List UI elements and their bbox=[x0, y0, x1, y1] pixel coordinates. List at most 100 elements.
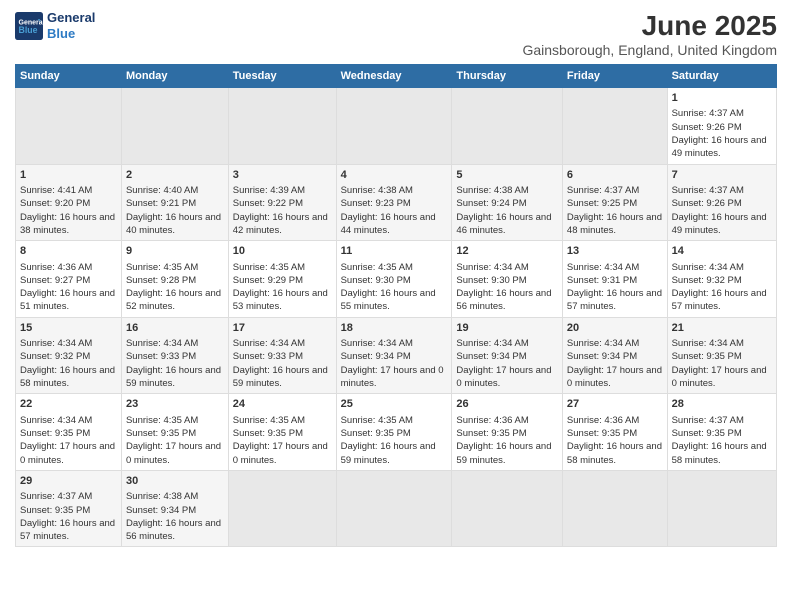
sunset-text: Sunset: 9:32 PM bbox=[20, 350, 117, 363]
calendar-cell bbox=[452, 470, 563, 547]
daylight-text: Daylight: 16 hours and 40 minutes. bbox=[126, 211, 224, 238]
calendar-cell bbox=[228, 88, 336, 165]
daylight-text: Daylight: 16 hours and 46 minutes. bbox=[456, 211, 558, 238]
daylight-text: Daylight: 17 hours and 0 minutes. bbox=[20, 440, 117, 467]
sunrise-text: Sunrise: 4:35 AM bbox=[341, 261, 448, 274]
sunset-text: Sunset: 9:35 PM bbox=[20, 427, 117, 440]
calendar-cell: 20Sunrise: 4:34 AMSunset: 9:34 PMDayligh… bbox=[562, 317, 667, 394]
sunrise-text: Sunrise: 4:40 AM bbox=[126, 184, 224, 197]
col-friday: Friday bbox=[562, 65, 667, 88]
sunset-text: Sunset: 9:33 PM bbox=[126, 350, 224, 363]
calendar-cell bbox=[562, 470, 667, 547]
calendar-cell: 1Sunrise: 4:37 AMSunset: 9:26 PMDaylight… bbox=[667, 88, 776, 165]
sunrise-text: Sunrise: 4:37 AM bbox=[20, 490, 117, 503]
daylight-text: Daylight: 16 hours and 55 minutes. bbox=[341, 287, 448, 314]
calendar-cell: 19Sunrise: 4:34 AMSunset: 9:34 PMDayligh… bbox=[452, 317, 563, 394]
day-number: 13 bbox=[567, 244, 663, 259]
daylight-text: Daylight: 16 hours and 58 minutes. bbox=[567, 440, 663, 467]
daylight-text: Daylight: 16 hours and 58 minutes. bbox=[20, 364, 117, 391]
calendar-cell: 17Sunrise: 4:34 AMSunset: 9:33 PMDayligh… bbox=[228, 317, 336, 394]
sunrise-text: Sunrise: 4:34 AM bbox=[567, 337, 663, 350]
calendar-cell: 27Sunrise: 4:36 AMSunset: 9:35 PMDayligh… bbox=[562, 394, 667, 471]
day-number: 14 bbox=[672, 244, 772, 259]
calendar-week-3: 15Sunrise: 4:34 AMSunset: 9:32 PMDayligh… bbox=[16, 317, 777, 394]
daylight-text: Daylight: 17 hours and 0 minutes. bbox=[567, 364, 663, 391]
daylight-text: Daylight: 16 hours and 57 minutes. bbox=[672, 287, 772, 314]
logo: General Blue General Blue bbox=[15, 10, 95, 41]
calendar-cell: 15Sunrise: 4:34 AMSunset: 9:32 PMDayligh… bbox=[16, 317, 122, 394]
sunrise-text: Sunrise: 4:35 AM bbox=[126, 414, 224, 427]
day-number: 26 bbox=[456, 397, 558, 412]
sunrise-text: Sunrise: 4:36 AM bbox=[20, 261, 117, 274]
calendar-cell: 13Sunrise: 4:34 AMSunset: 9:31 PMDayligh… bbox=[562, 241, 667, 318]
sunrise-text: Sunrise: 4:38 AM bbox=[456, 184, 558, 197]
calendar-cell: 7Sunrise: 4:37 AMSunset: 9:26 PMDaylight… bbox=[667, 164, 776, 241]
calendar-cell: 1Sunrise: 4:41 AMSunset: 9:20 PMDaylight… bbox=[16, 164, 122, 241]
day-number: 21 bbox=[672, 321, 772, 336]
sunset-text: Sunset: 9:20 PM bbox=[20, 197, 117, 210]
sunrise-text: Sunrise: 4:34 AM bbox=[341, 337, 448, 350]
day-number: 18 bbox=[341, 321, 448, 336]
calendar-week-1: 1Sunrise: 4:41 AMSunset: 9:20 PMDaylight… bbox=[16, 164, 777, 241]
sunrise-text: Sunrise: 4:36 AM bbox=[567, 414, 663, 427]
calendar-week-2: 8Sunrise: 4:36 AMSunset: 9:27 PMDaylight… bbox=[16, 241, 777, 318]
day-number: 12 bbox=[456, 244, 558, 259]
daylight-text: Daylight: 16 hours and 58 minutes. bbox=[672, 440, 772, 467]
sunrise-text: Sunrise: 4:36 AM bbox=[456, 414, 558, 427]
calendar-cell: 29Sunrise: 4:37 AMSunset: 9:35 PMDayligh… bbox=[16, 470, 122, 547]
daylight-text: Daylight: 16 hours and 44 minutes. bbox=[341, 211, 448, 238]
daylight-text: Daylight: 16 hours and 59 minutes. bbox=[233, 364, 332, 391]
calendar-cell: 10Sunrise: 4:35 AMSunset: 9:29 PMDayligh… bbox=[228, 241, 336, 318]
sunrise-text: Sunrise: 4:38 AM bbox=[126, 490, 224, 503]
day-number: 28 bbox=[672, 397, 772, 412]
sunrise-text: Sunrise: 4:34 AM bbox=[126, 337, 224, 350]
daylight-text: Daylight: 16 hours and 56 minutes. bbox=[126, 517, 224, 544]
calendar-week-5: 29Sunrise: 4:37 AMSunset: 9:35 PMDayligh… bbox=[16, 470, 777, 547]
daylight-text: Daylight: 17 hours and 0 minutes. bbox=[672, 364, 772, 391]
sunset-text: Sunset: 9:35 PM bbox=[672, 350, 772, 363]
sunrise-text: Sunrise: 4:34 AM bbox=[456, 261, 558, 274]
calendar-cell: 22Sunrise: 4:34 AMSunset: 9:35 PMDayligh… bbox=[16, 394, 122, 471]
col-thursday: Thursday bbox=[452, 65, 563, 88]
sunrise-text: Sunrise: 4:35 AM bbox=[341, 414, 448, 427]
logo-line2: Blue bbox=[47, 26, 75, 41]
sunset-text: Sunset: 9:35 PM bbox=[456, 427, 558, 440]
logo-text: General Blue bbox=[47, 10, 95, 41]
calendar-cell: 12Sunrise: 4:34 AMSunset: 9:30 PMDayligh… bbox=[452, 241, 563, 318]
calendar-cell: 24Sunrise: 4:35 AMSunset: 9:35 PMDayligh… bbox=[228, 394, 336, 471]
daylight-text: Daylight: 17 hours and 0 minutes. bbox=[233, 440, 332, 467]
sunset-text: Sunset: 9:30 PM bbox=[456, 274, 558, 287]
calendar-cell bbox=[667, 470, 776, 547]
day-number: 23 bbox=[126, 397, 224, 412]
sunrise-text: Sunrise: 4:37 AM bbox=[672, 414, 772, 427]
sunset-text: Sunset: 9:34 PM bbox=[456, 350, 558, 363]
sunset-text: Sunset: 9:30 PM bbox=[341, 274, 448, 287]
calendar-week-0: 1Sunrise: 4:37 AMSunset: 9:26 PMDaylight… bbox=[16, 88, 777, 165]
sunset-text: Sunset: 9:33 PM bbox=[233, 350, 332, 363]
sunrise-text: Sunrise: 4:38 AM bbox=[341, 184, 448, 197]
sunrise-text: Sunrise: 4:34 AM bbox=[233, 337, 332, 350]
sunset-text: Sunset: 9:24 PM bbox=[456, 197, 558, 210]
sunrise-text: Sunrise: 4:34 AM bbox=[672, 261, 772, 274]
sunrise-text: Sunrise: 4:37 AM bbox=[672, 107, 772, 120]
sunset-text: Sunset: 9:26 PM bbox=[672, 197, 772, 210]
day-number: 1 bbox=[20, 168, 117, 183]
sunset-text: Sunset: 9:35 PM bbox=[672, 427, 772, 440]
calendar-cell: 14 Sunrise: 4:34 AMSunset: 9:32 PMDayligh… bbox=[667, 241, 776, 318]
sunset-text: Sunset: 9:32 PM bbox=[672, 274, 772, 287]
calendar-cell: 23Sunrise: 4:35 AMSunset: 9:35 PMDayligh… bbox=[121, 394, 228, 471]
daylight-text: Daylight: 16 hours and 53 minutes. bbox=[233, 287, 332, 314]
daylight-text: Daylight: 16 hours and 48 minutes. bbox=[567, 211, 663, 238]
daylight-text: Daylight: 16 hours and 59 minutes. bbox=[126, 364, 224, 391]
calendar-cell: 9Sunrise: 4:35 AMSunset: 9:28 PMDaylight… bbox=[121, 241, 228, 318]
calendar-cell bbox=[452, 88, 563, 165]
daylight-text: Daylight: 17 hours and 0 minutes. bbox=[341, 364, 448, 391]
sunrise-text: Sunrise: 4:35 AM bbox=[233, 261, 332, 274]
day-number: 19 bbox=[456, 321, 558, 336]
sunset-text: Sunset: 9:35 PM bbox=[341, 427, 448, 440]
sunset-text: Sunset: 9:35 PM bbox=[20, 504, 117, 517]
sunrise-text: Sunrise: 4:35 AM bbox=[233, 414, 332, 427]
daylight-text: Daylight: 17 hours and 0 minutes. bbox=[456, 364, 558, 391]
day-number: 1 bbox=[672, 91, 772, 106]
sunset-text: Sunset: 9:31 PM bbox=[567, 274, 663, 287]
